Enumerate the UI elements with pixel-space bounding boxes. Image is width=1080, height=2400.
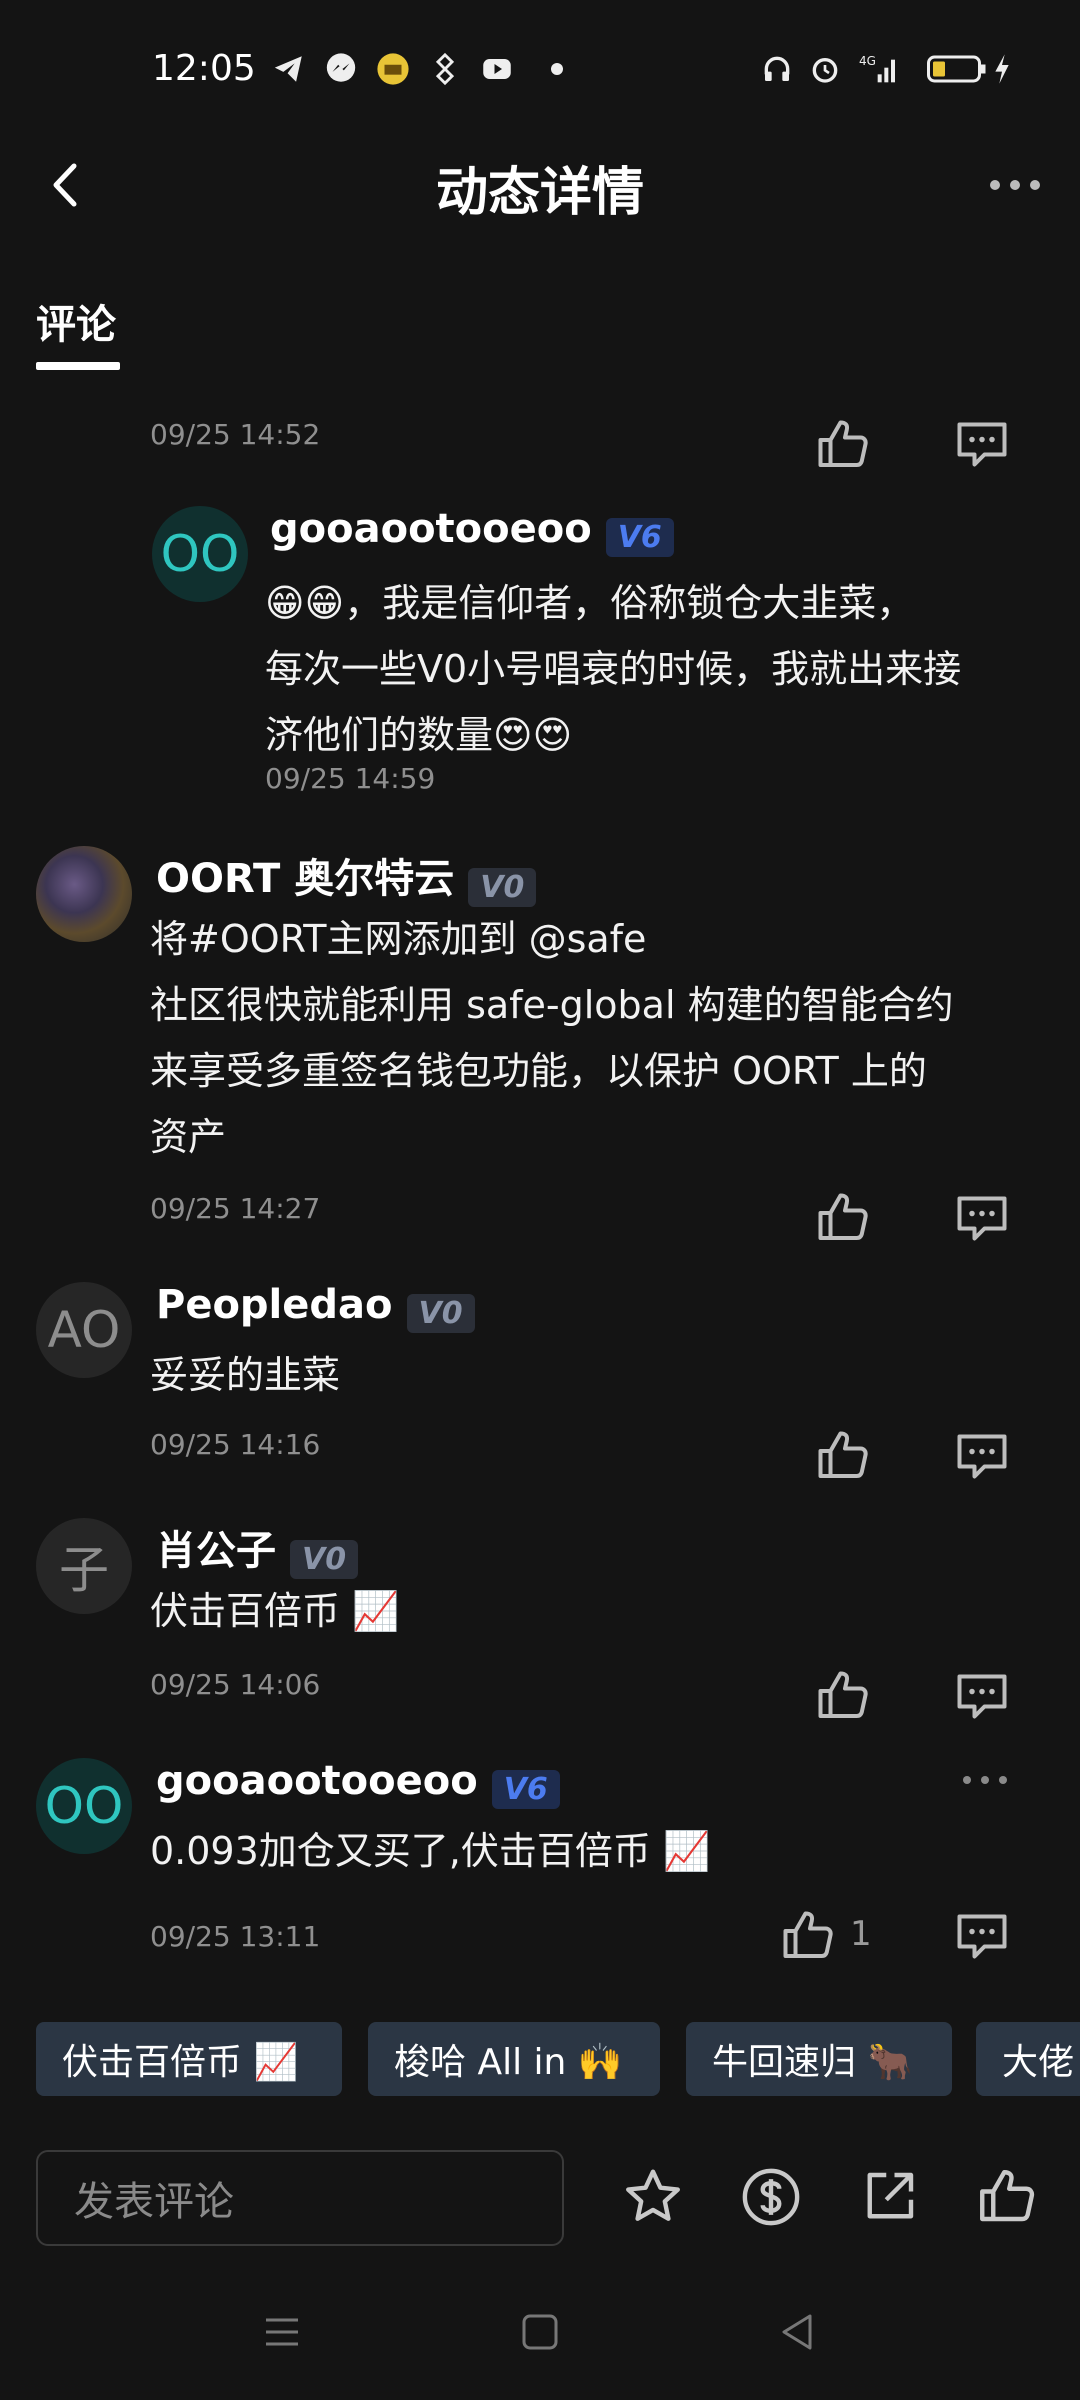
thumbs-up-icon <box>818 1431 868 1478</box>
username[interactable]: Peopledao <box>156 1282 393 1328</box>
comment-text: 妥妥的韭菜 <box>150 1353 341 1397</box>
thumbs-up-icon <box>818 1671 868 1718</box>
signal-icon: 4G <box>854 52 904 86</box>
comment-text: 0.093加仓又买了,伏击百倍币 📈 <box>150 1829 711 1873</box>
level-badge: V6 <box>605 518 674 557</box>
comment-more-button[interactable] <box>955 1765 1015 1795</box>
comment-text: 将#OORT主网添加到 @safe 社区很快就能利用 safe-global 构… <box>150 917 954 1159</box>
triangle-back-icon <box>782 2314 812 2350</box>
comment-icon <box>957 1914 1007 1959</box>
comment-input[interactable]: 发表评论 <box>36 2150 564 2246</box>
comment-text: 😁😁，我是信仰者，俗称锁仓大韭菜， 每次一些V0小号唱衰的时候，我就出来接 济他… <box>265 581 962 757</box>
comment-text: 伏击百倍币 📈 <box>150 1589 400 1633</box>
username[interactable]: OORT 奥尔特云 <box>156 856 454 902</box>
like-button[interactable] <box>813 415 873 475</box>
like-count: 1 <box>850 1914 872 1954</box>
square-icon <box>522 2314 558 2350</box>
share-button[interactable] <box>856 2164 922 2230</box>
binance-icon <box>426 52 464 86</box>
comment-header: gooaootooeoo V6 <box>270 506 674 557</box>
username[interactable]: gooaootooeoo <box>270 506 592 552</box>
avatar[interactable] <box>36 846 132 942</box>
username[interactable]: 肖公子 <box>156 1528 276 1574</box>
level-badge: V0 <box>468 868 537 907</box>
comment-header: 肖公子 V0 <box>156 1518 359 1579</box>
thumbs-up-icon <box>818 420 868 467</box>
tab-comments[interactable]: 评论 <box>36 292 116 350</box>
nav-back-button[interactable] <box>776 2310 820 2354</box>
app-icon <box>374 52 412 86</box>
reply-button[interactable] <box>952 1424 1012 1484</box>
like-post-button[interactable] <box>974 2164 1040 2230</box>
telegram-icon <box>270 52 308 86</box>
quick-reply-chip[interactable]: 梭哈 All in 🙌 <box>368 2022 660 2096</box>
like-button[interactable] <box>813 1188 873 1248</box>
reply-button[interactable] <box>952 1664 1012 1724</box>
share-icon <box>867 2172 914 2219</box>
coin-icon <box>742 2168 800 2226</box>
quick-reply-chip[interactable]: 大佬 <box>976 2022 1080 2096</box>
thumbs-up-icon <box>783 1911 833 1958</box>
comment-header: OORT 奥尔特云 V0 <box>156 846 537 907</box>
reply-button[interactable] <box>952 1186 1012 1246</box>
reply-button[interactable] <box>952 412 1012 472</box>
like-button[interactable] <box>813 1426 873 1486</box>
like-button[interactable] <box>813 1666 873 1726</box>
level-badge: V0 <box>290 1540 359 1579</box>
more-icon <box>963 1776 1007 1784</box>
page-title: 动态详情 <box>435 163 644 223</box>
avatar[interactable]: OO <box>36 1758 132 1854</box>
avatar[interactable]: AO <box>36 1282 132 1378</box>
level-badge: V6 <box>491 1770 560 1809</box>
comment-timestamp: 09/25 14:59 <box>265 762 436 795</box>
more-options-button[interactable] <box>980 165 1050 205</box>
quick-reply-chip[interactable]: 伏击百倍币 📈 <box>36 2022 342 2096</box>
battery-icon <box>926 52 988 86</box>
menu-icon <box>266 2318 298 2346</box>
quick-reply-chip[interactable]: 牛回速归 🐂 <box>686 2022 952 2096</box>
reply-button[interactable] <box>952 1904 1012 1964</box>
tab-active-indicator <box>36 362 120 370</box>
status-bar: 12:05 4G <box>0 0 1080 140</box>
level-badge: V0 <box>406 1294 475 1333</box>
nav-menu-button[interactable] <box>260 2310 304 2354</box>
thumbs-up-icon <box>980 2170 1035 2222</box>
comment-timestamp: 09/25 14:52 <box>150 418 321 451</box>
status-time: 12:05 <box>152 48 256 89</box>
avatar[interactable]: OO <box>152 506 248 602</box>
alarm-icon <box>806 52 844 86</box>
favorite-button[interactable] <box>620 2164 686 2230</box>
comment-header: Peopledao V0 <box>156 1282 475 1333</box>
tip-button[interactable] <box>738 2164 804 2230</box>
headphones-icon <box>758 52 796 86</box>
star-icon <box>626 2169 680 2221</box>
nav-home-button[interactable] <box>518 2310 562 2354</box>
comment-icon <box>957 1674 1007 1719</box>
comment-timestamp: 09/25 13:11 <box>150 1920 321 1953</box>
comment-timestamp: 09/25 14:27 <box>150 1192 321 1225</box>
more-icon <box>990 180 1040 190</box>
comment-timestamp: 09/25 14:16 <box>150 1428 321 1461</box>
youtube-icon <box>478 52 516 86</box>
thumbs-up-icon <box>818 1193 868 1240</box>
messenger-icon <box>322 52 360 86</box>
like-button[interactable] <box>778 1906 838 1966</box>
comment-timestamp: 09/25 14:06 <box>150 1668 321 1701</box>
comment-icon <box>957 422 1007 467</box>
comment-icon <box>957 1196 1007 1241</box>
charging-icon <box>990 52 1014 86</box>
comment-icon <box>957 1434 1007 1479</box>
dot-icon <box>538 52 576 86</box>
comment-header: gooaootooeoo V6 <box>156 1758 560 1809</box>
network-label: 4G <box>859 54 876 68</box>
username[interactable]: gooaootooeoo <box>156 1758 478 1804</box>
avatar[interactable]: 子 <box>36 1518 132 1614</box>
